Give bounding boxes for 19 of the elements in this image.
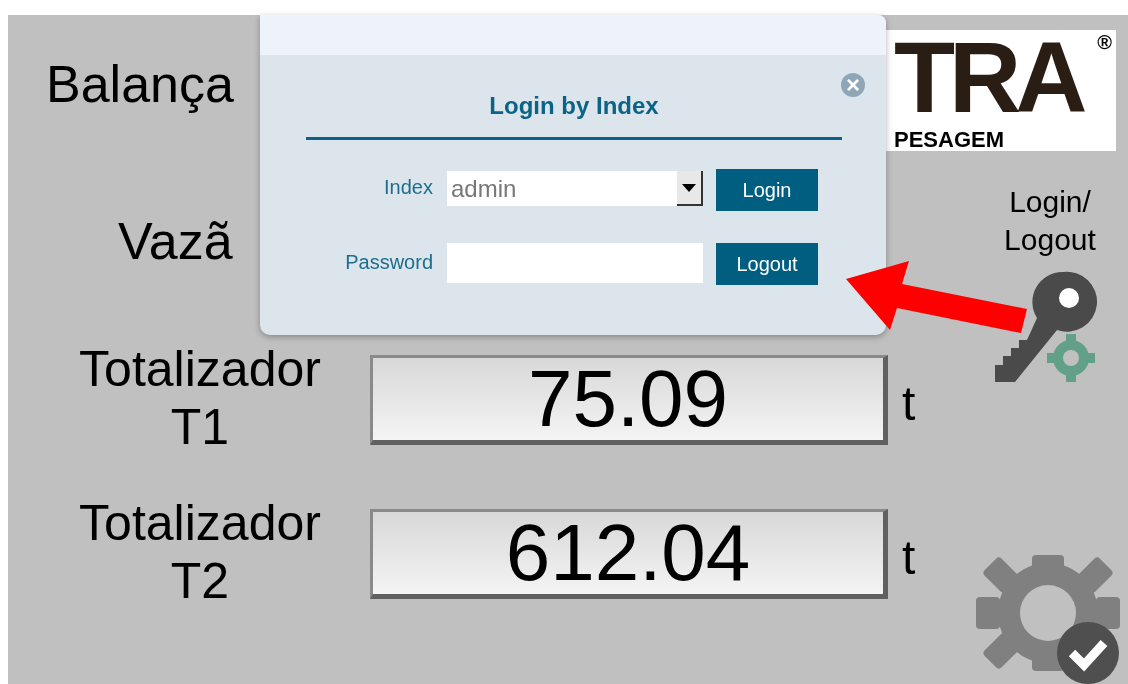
unit-label: t [902, 534, 916, 582]
totalizer-label: Totalizador T1 [78, 340, 322, 456]
login-logout-label: Login/ Logout [1003, 184, 1097, 258]
index-label: Index [383, 177, 433, 197]
caret-icon[interactable] [677, 171, 703, 206]
index-dropdown[interactable]: admin [447, 171, 703, 206]
logo-subtitle: PESAGEM [894, 129, 1006, 151]
logo-text: TRA [894, 32, 1082, 122]
value-display: 75.09 [370, 355, 888, 445]
totalizer-label: Totalizador T2 [78, 494, 322, 610]
dialog-title: Login by Index [488, 94, 660, 118]
dialog-button[interactable]: Login [716, 169, 818, 211]
password-label: Password [344, 252, 433, 272]
value-display: 612.04 [370, 509, 888, 599]
dialog-button[interactable]: Logout [716, 243, 818, 285]
registered-mark: ® [1097, 32, 1112, 52]
password-field[interactable] [447, 243, 703, 283]
flow-label: Vazã [118, 215, 233, 267]
unit-label: t [902, 380, 916, 428]
